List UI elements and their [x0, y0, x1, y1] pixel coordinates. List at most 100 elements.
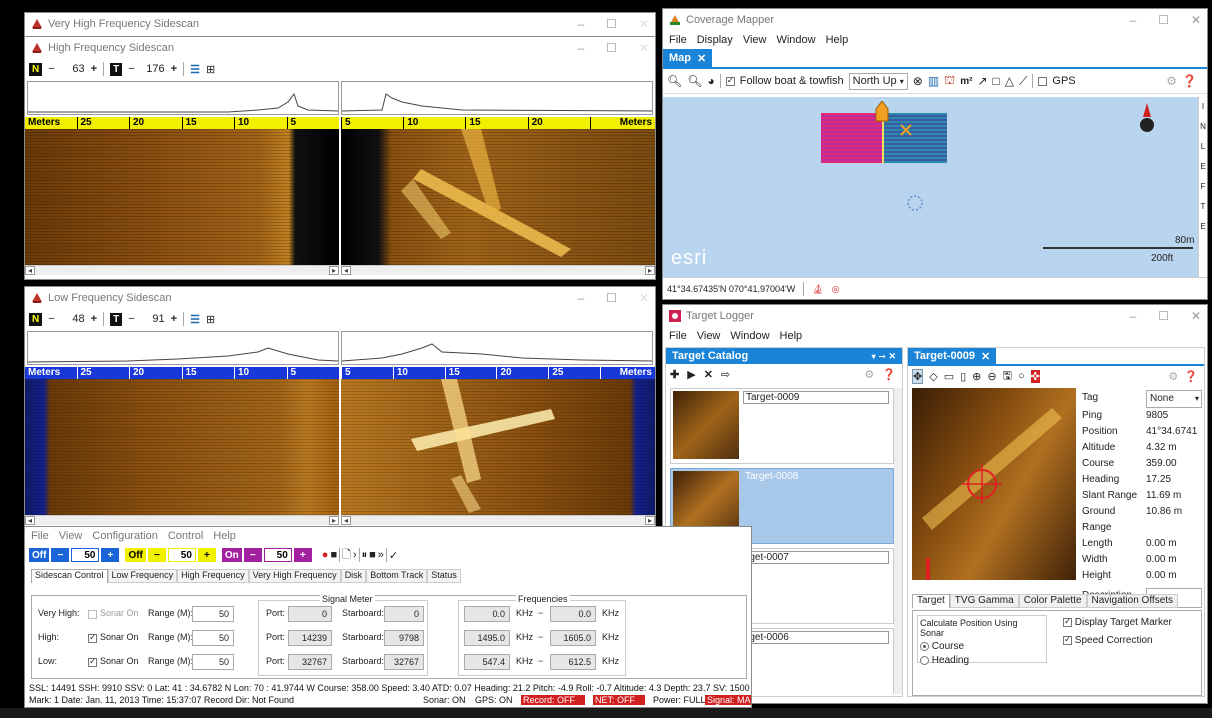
- n-plus-button[interactable]: +: [91, 313, 97, 325]
- hf-range-input[interactable]: 50: [192, 630, 234, 646]
- lf-port-sonar-image[interactable]: [25, 379, 339, 515]
- close-icon[interactable]: ✕: [1191, 13, 1201, 27]
- help-icon[interactable]: ❓: [1182, 74, 1197, 88]
- area-m2-icon[interactable]: m²: [960, 76, 972, 87]
- fast-forward-icon[interactable]: »: [378, 549, 384, 561]
- copy-icon[interactable]: ▯: [960, 370, 966, 383]
- close-icon[interactable]: ✕: [1191, 309, 1201, 323]
- orientation-select[interactable]: North Up ▾: [848, 72, 908, 90]
- menu-window[interactable]: Window: [776, 34, 815, 46]
- t-plus-button[interactable]: +: [171, 313, 177, 325]
- grid-icon[interactable]: ⊞: [206, 63, 215, 76]
- n-minus-button[interactable]: −: [48, 63, 54, 75]
- measure-area-icon[interactable]: ⛫: [944, 73, 955, 89]
- menu-file[interactable]: File: [31, 530, 49, 542]
- zoom-in-icon[interactable]: 🔍︎: [667, 74, 682, 88]
- hf-port-scrollbar[interactable]: ◂ ▸: [25, 265, 339, 275]
- menu-help[interactable]: Help: [780, 330, 803, 342]
- tab-disk[interactable]: Disk: [340, 569, 367, 583]
- close-icon[interactable]: ✕: [733, 527, 743, 529]
- hf-port-sonar-image[interactable]: [25, 129, 339, 265]
- menu-window[interactable]: Window: [730, 330, 769, 342]
- tab-status[interactable]: Status: [427, 569, 461, 583]
- tab-sidescan-control[interactable]: Sidescan Control: [31, 569, 108, 583]
- stop-icon[interactable]: ■: [330, 549, 337, 561]
- tag-select[interactable]: None ▾: [1146, 390, 1202, 408]
- file-icon[interactable]: 🗋︎: [342, 546, 351, 565]
- grid-icon[interactable]: ⊞: [206, 313, 215, 326]
- pan-icon[interactable]: ✥: [912, 368, 924, 384]
- vhf-minus-button[interactable]: −: [51, 548, 70, 562]
- lf-minus-button[interactable]: −: [243, 548, 262, 562]
- hf-stbd-sonar-image[interactable]: [341, 129, 655, 265]
- hf-sonar-checkbox[interactable]: [88, 632, 97, 643]
- hf-minus-button[interactable]: −: [147, 548, 166, 562]
- lf-port-scrollbar[interactable]: ◂ ▸: [25, 515, 339, 525]
- zoom-full-icon[interactable]: ◕: [707, 74, 714, 88]
- vhf-plus-button[interactable]: +: [101, 548, 120, 562]
- lf-stbd-scrollbar[interactable]: ◂ ▸: [341, 515, 655, 525]
- hf-titlebar[interactable]: High Frequency Sidescan – ☐ ✕: [25, 37, 655, 59]
- sonar-control-window[interactable]: File View Configuration Control Help – ☐ ✕…: [24, 526, 752, 708]
- stop-playback-icon[interactable]: ■: [369, 549, 376, 561]
- lf-sonar-checkbox[interactable]: [88, 656, 97, 667]
- radio-course[interactable]: [920, 641, 929, 651]
- polyline-tool-icon[interactable]: ⟋: [1019, 74, 1027, 89]
- record-icon[interactable]: ●: [322, 549, 329, 561]
- menu-help[interactable]: Help: [826, 34, 849, 46]
- vhf-titlebar[interactable]: Very High Frequency Sidescan – ☐ ✕: [25, 13, 655, 35]
- minimize-icon[interactable]: –: [1129, 13, 1136, 27]
- close-tab-icon[interactable]: ✕: [697, 52, 706, 65]
- gear-icon[interactable]: ⚙: [1168, 370, 1178, 383]
- close-icon[interactable]: ✕: [639, 291, 649, 305]
- follow-checkbox[interactable]: [725, 75, 735, 86]
- close-tab-icon[interactable]: ✕: [981, 350, 990, 363]
- t-minus-button[interactable]: −: [128, 313, 134, 325]
- pause-icon[interactable]: ⏸︎: [362, 549, 368, 562]
- tab-bottom-track[interactable]: Bottom Track: [366, 569, 428, 583]
- lf-sidescan-window[interactable]: Low Frequency Sidescan – ☐ ✕ N − 48 + T − …: [24, 286, 656, 530]
- add-icon[interactable]: ✚: [670, 368, 679, 381]
- gps-checkbox[interactable]: [1038, 76, 1048, 86]
- zoom-in-icon[interactable]: ⊕: [972, 370, 981, 383]
- minimize-icon[interactable]: –: [577, 17, 584, 31]
- minimize-icon[interactable]: –: [577, 41, 584, 55]
- waterfall-icon[interactable]: ☰: [190, 313, 200, 326]
- zoom-out-icon[interactable]: 🔍︎: [687, 74, 702, 88]
- minimize-icon[interactable]: –: [671, 527, 678, 529]
- hf-stbd-scrollbar[interactable]: ◂ ▸: [341, 265, 655, 275]
- lf-stbd-sonar-image[interactable]: [341, 379, 655, 515]
- maximize-icon[interactable]: ☐: [606, 17, 617, 31]
- gear-icon[interactable]: ⚙: [864, 368, 874, 381]
- catalog-scrollbar[interactable]: [894, 388, 902, 694]
- menu-view[interactable]: View: [743, 34, 767, 46]
- tab-target-0009[interactable]: Target-0009 ✕: [908, 348, 997, 364]
- menu-display[interactable]: Display: [697, 34, 733, 46]
- frame-icon[interactable]: ▭: [944, 370, 954, 383]
- target-center-icon[interactable]: ⊗: [913, 74, 923, 88]
- menu-file[interactable]: File: [669, 330, 687, 342]
- menu-control[interactable]: Control: [168, 530, 203, 542]
- lf-on-button[interactable]: On: [221, 548, 242, 562]
- hf-off-button[interactable]: Off: [125, 548, 146, 562]
- pin-icon[interactable]: ⊸: [879, 352, 886, 361]
- subtab-color-palette[interactable]: Color Palette: [1018, 594, 1087, 608]
- maximize-icon[interactable]: ☐: [606, 41, 617, 55]
- menu-file[interactable]: File: [669, 34, 687, 46]
- n-minus-button[interactable]: −: [48, 313, 54, 325]
- target-sonar-image[interactable]: [912, 388, 1076, 580]
- open-folder-icon[interactable]: ▶︎: [687, 368, 695, 381]
- rectangle-tool-icon[interactable]: □: [993, 74, 1000, 88]
- tab-high-frequency[interactable]: High Frequency: [177, 569, 249, 583]
- tab-very-high-frequency[interactable]: Very High Frequency: [248, 569, 341, 583]
- save-icon[interactable]: 🖫︎: [1003, 367, 1012, 386]
- coverage-mapper-window[interactable]: Coverage Mapper – ☐ ✕ File Display View Wi…: [662, 8, 1208, 300]
- menu-view[interactable]: View: [59, 530, 83, 542]
- hf-plus-button[interactable]: +: [197, 548, 216, 562]
- t-minus-button[interactable]: −: [128, 63, 134, 75]
- vhf-sonar-checkbox[interactable]: [88, 610, 97, 619]
- zoom-out-icon[interactable]: ⊖: [987, 370, 996, 383]
- waterfall-icon[interactable]: ☰: [190, 63, 200, 76]
- maximize-icon[interactable]: ☐: [1158, 309, 1169, 323]
- hf-sidescan-window[interactable]: High Frequency Sidescan – ☐ ✕ N − 63 + T −…: [24, 36, 656, 280]
